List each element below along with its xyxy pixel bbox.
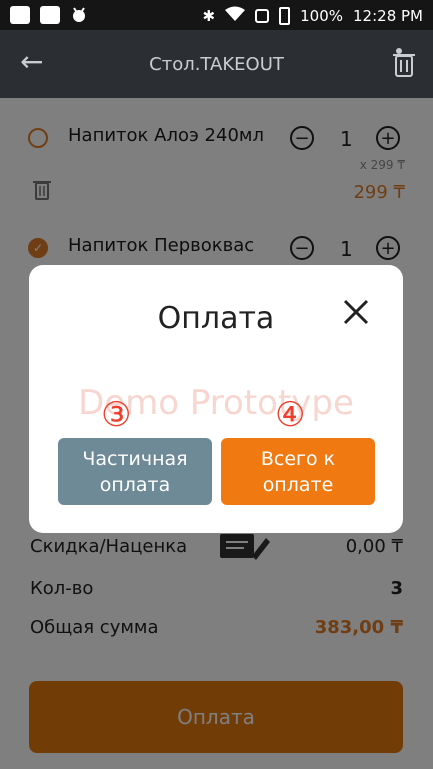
clear-order-trash-icon[interactable] [391,48,417,78]
wifi-icon [225,6,246,26]
full-payment-label-line2: оплате [262,473,334,496]
no-sim-icon [255,9,270,23]
partial-payment-label-line1: Частичная [82,447,188,470]
close-icon[interactable] [343,299,369,325]
bluetooth-icon: ✱ [202,7,216,25]
page-title: Стол.TAKEOUT [149,54,284,75]
android-icon [70,6,88,24]
battery-percent: 100% [300,7,344,25]
status-bar: ✱ 100% 12:28 PM [0,0,433,30]
app-toolbar: ← Стол.TAKEOUT [0,30,433,98]
payment-dialog: Оплата Demo Prototype ③ ④ Частичная опла… [29,265,403,533]
message-icon [10,6,30,24]
battery-icon [279,7,291,25]
partial-payment-label-line2: оплата [99,473,171,496]
partial-payment-button[interactable]: Частичная оплата [58,438,212,505]
demo-watermark: Demo Prototype [78,383,354,423]
full-payment-button[interactable]: Всего к оплате [221,438,375,505]
square-icon [40,6,60,24]
step-badge-3: ③ [101,395,132,435]
step-badge-4: ④ [275,395,306,435]
clock: 12:28 PM [353,7,423,25]
full-payment-label-line1: Всего к [260,447,336,470]
